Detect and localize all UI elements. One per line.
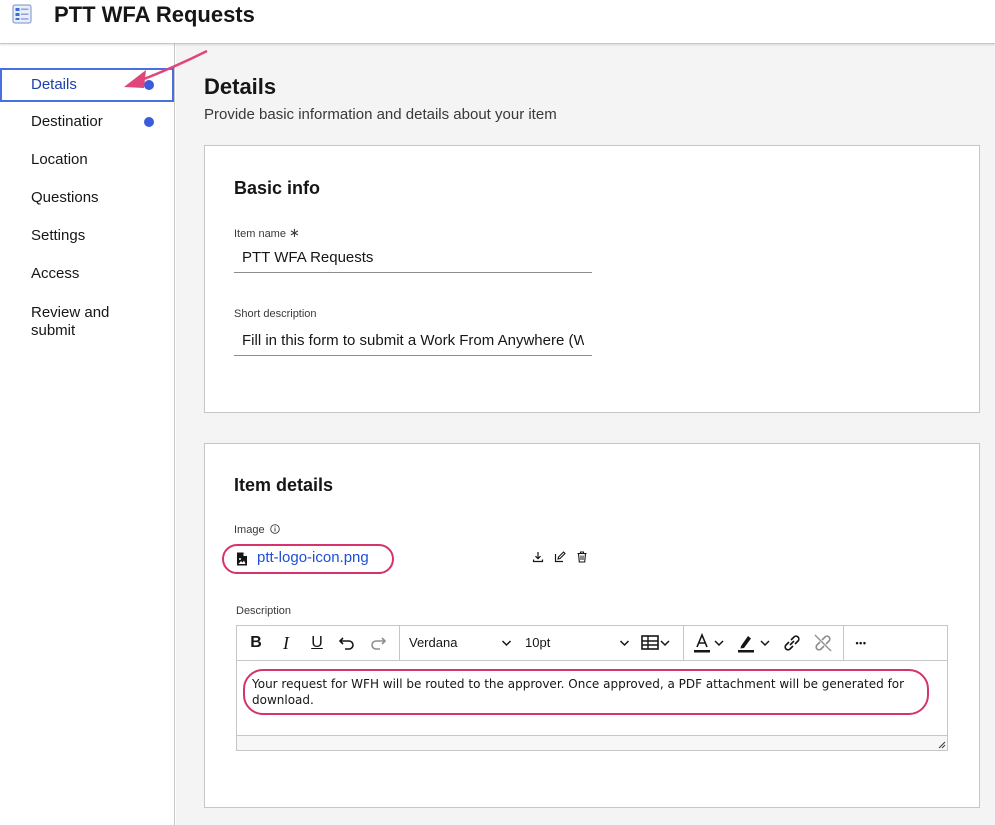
- item-details-card: Item details Image ptt-logo-icon.png Des…: [204, 443, 980, 808]
- table-icon[interactable]: [640, 632, 674, 654]
- editor-statusbar: [237, 735, 947, 750]
- more-icon[interactable]: •••: [850, 632, 872, 654]
- form-list-icon: [12, 4, 32, 24]
- sidebar-item-label: Details: [31, 76, 77, 93]
- section-title: Basic info: [234, 178, 321, 198]
- font-family-value: Verdana: [409, 635, 458, 650]
- item-name-input[interactable]: [234, 243, 592, 273]
- underline-icon[interactable]: U: [308, 632, 326, 654]
- main-content: Details Provide basic information and de…: [176, 44, 995, 825]
- unlink-icon[interactable]: [811, 632, 835, 654]
- sidebar-item-label: Access: [31, 265, 80, 282]
- highlight-icon[interactable]: [736, 632, 774, 654]
- chevron-down-icon: [619, 640, 630, 647]
- edit-icon[interactable]: [553, 550, 567, 564]
- bold-icon[interactable]: B: [247, 632, 265, 654]
- editor-content-area[interactable]: Your request for WFH will be routed to t…: [237, 662, 947, 735]
- editor-toolbar: B I U Verdana 10pt •••: [237, 626, 947, 661]
- status-dot: [144, 117, 154, 127]
- description-text: Your request for WFH will be routed to t…: [252, 677, 905, 707]
- text-color-icon[interactable]: [692, 632, 728, 654]
- page-subtitle: Provide basic information and details ab…: [204, 106, 557, 123]
- sidebar-item-label: Destinatior: [31, 113, 103, 130]
- sidebar-item-location[interactable]: Location: [0, 143, 174, 177]
- italic-icon[interactable]: I: [277, 632, 295, 654]
- page-title: Details: [204, 74, 277, 99]
- download-icon[interactable]: [531, 550, 545, 564]
- description-label: Description: [236, 605, 292, 617]
- font-family-select[interactable]: Verdana: [409, 632, 514, 654]
- image-label: Image: [234, 524, 280, 537]
- required-mark: ∗: [288, 225, 300, 240]
- app-title: PTT WFA Requests: [54, 2, 255, 27]
- chevron-down-icon: [501, 640, 512, 647]
- sidebar-item-questions[interactable]: Questions: [0, 181, 174, 215]
- sidebar-item-review-and-submit[interactable]: Review and submit: [0, 302, 174, 342]
- short-description-input[interactable]: [234, 326, 592, 356]
- info-icon[interactable]: [269, 524, 280, 534]
- sidebar-item-label: Review and submit: [31, 304, 110, 339]
- undo-icon[interactable]: [337, 632, 357, 654]
- rich-text-editor: B I U Verdana 10pt ••• Your request for …: [236, 625, 948, 751]
- basic-info-card: Basic info Item name∗ Short description: [204, 145, 980, 413]
- resize-handle-icon[interactable]: [937, 740, 946, 749]
- link-icon[interactable]: [780, 632, 804, 654]
- section-title: Item details: [234, 475, 334, 495]
- sidebar-item-label: Location: [31, 151, 88, 168]
- sidebar-item-label: Questions: [31, 189, 99, 206]
- delete-icon[interactable]: [575, 550, 589, 564]
- file-image-icon: [237, 552, 247, 566]
- app-header: PTT WFA Requests: [0, 0, 995, 44]
- status-dot: [144, 80, 154, 90]
- redo-icon[interactable]: [368, 632, 388, 654]
- font-size-select[interactable]: 10pt: [525, 632, 632, 654]
- sidebar-item-destination[interactable]: Destinatior: [0, 105, 174, 139]
- sidebar-nav: Details Destinatior Location Questions S…: [0, 44, 175, 825]
- short-description-label: Short description: [234, 308, 317, 320]
- item-name-label: Item name ∗: [234, 225, 300, 240]
- font-size-value: 10pt: [525, 635, 551, 650]
- sidebar-item-settings[interactable]: Settings: [0, 219, 174, 253]
- image-file-link[interactable]: ptt-logo-icon.png: [257, 549, 369, 567]
- sidebar-item-details[interactable]: Details: [0, 68, 174, 102]
- sidebar-item-label: Settings: [31, 227, 86, 244]
- sidebar-item-access[interactable]: Access: [0, 257, 174, 291]
- image-file-row: ptt-logo-icon.png: [222, 544, 394, 574]
